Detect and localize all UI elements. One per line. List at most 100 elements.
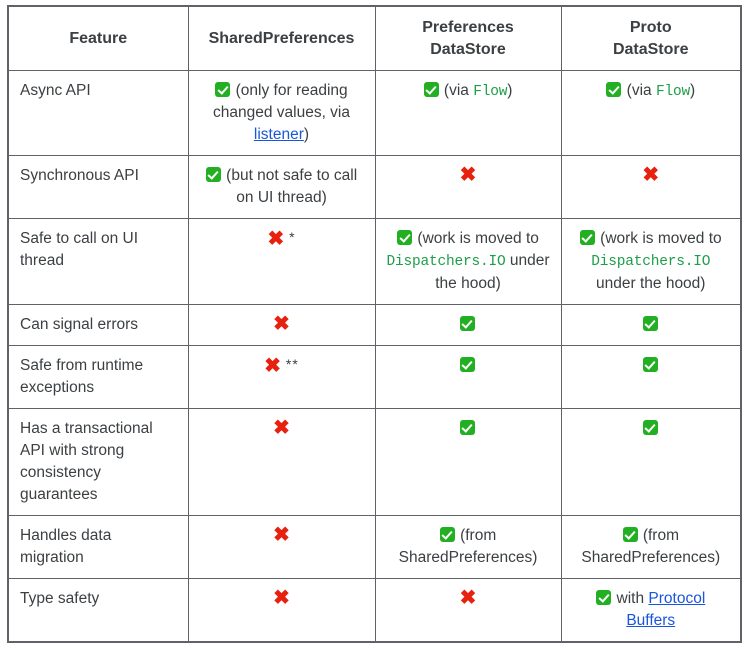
cell-text: (from SharedPreferences) bbox=[581, 526, 721, 566]
column-header-feature: Feature bbox=[7, 5, 189, 72]
check-mark-icon bbox=[215, 82, 231, 98]
check-mark-icon bbox=[460, 419, 475, 435]
cross-mark-wrapper: ✖ * bbox=[267, 228, 295, 251]
code-token: Dispatchers.IO bbox=[386, 254, 506, 271]
cell-proto-datastore: ✖ bbox=[560, 155, 742, 220]
column-header-proto-datastore-line2: DataStore bbox=[612, 40, 689, 58]
table-body: Async API (only for reading changed valu… bbox=[7, 70, 742, 643]
cross-mark-wrapper: ✖ bbox=[273, 588, 290, 610]
cell-feature: Type safety bbox=[7, 577, 189, 643]
cell-sharedpreferences: ✖ bbox=[187, 577, 376, 643]
table-row: Synchronous API (but not safe to call on… bbox=[7, 155, 742, 220]
cell-proto-datastore: (from SharedPreferences) bbox=[560, 514, 742, 579]
cell-proto-datastore: (work is moved to Dispatchers.IO under t… bbox=[560, 218, 742, 305]
cell-preferences-datastore bbox=[374, 344, 562, 409]
cross-mark-icon: ✖ bbox=[642, 164, 660, 187]
cell-preferences-datastore: (work is moved to Dispatchers.IO under t… bbox=[374, 218, 562, 305]
check-mark-icon bbox=[642, 356, 658, 372]
cell-text: with bbox=[616, 589, 649, 607]
feature-label: Can signal errors bbox=[20, 315, 139, 333]
cell-preferences-datastore bbox=[374, 407, 562, 516]
check-mark-icon bbox=[642, 419, 658, 435]
cell-preferences-datastore bbox=[374, 303, 562, 346]
cross-mark-icon: ✖ bbox=[273, 416, 290, 439]
cell-text-suffix: under the hood) bbox=[596, 274, 706, 292]
comparison-table-container: Feature SharedPreferences Preferences Da… bbox=[7, 5, 742, 643]
cross-mark-icon: ✖ bbox=[459, 586, 477, 609]
cell-feature: Handles data migration bbox=[7, 514, 189, 579]
cell-text: (via bbox=[626, 82, 656, 100]
check-mark-icon bbox=[606, 82, 622, 98]
cross-mark-icon: ✖ bbox=[459, 164, 477, 187]
check-mark-icon bbox=[439, 526, 455, 542]
cross-mark-wrapper: ✖ ** bbox=[264, 355, 299, 378]
cell-proto-datastore bbox=[560, 407, 742, 516]
column-header-preferences-datastore: Preferences DataStore bbox=[374, 5, 562, 72]
check-mark-icon bbox=[397, 230, 413, 246]
column-header-preferences-datastore-line1: Preferences bbox=[422, 19, 514, 36]
table-header: Feature SharedPreferences Preferences Da… bbox=[7, 5, 742, 72]
cell-preferences-datastore: (from SharedPreferences) bbox=[374, 514, 562, 579]
cell-text: (only for reading changed values, via bbox=[212, 82, 350, 122]
feature-label: Synchronous API bbox=[20, 167, 139, 185]
cell-sharedpreferences: ✖ bbox=[187, 303, 376, 346]
table-row: Safe to call on UI thread ✖ * (work is mo… bbox=[7, 218, 742, 305]
inline-link[interactable]: listener bbox=[254, 126, 304, 143]
table-row: Handles data migration ✖ (from SharedPref… bbox=[7, 514, 742, 579]
cell-preferences-datastore: ✖ bbox=[374, 155, 562, 220]
cell-proto-datastore: with Protocol Buffers bbox=[560, 577, 742, 643]
check-mark-icon bbox=[642, 315, 658, 331]
cell-feature: Synchronous API bbox=[7, 155, 189, 220]
cell-text: (work is moved to bbox=[600, 230, 722, 248]
column-header-sharedpreferences: SharedPreferences bbox=[187, 5, 376, 72]
cross-mark-wrapper: ✖ bbox=[273, 525, 290, 547]
cell-feature: Can signal errors bbox=[7, 303, 189, 346]
check-mark-icon bbox=[423, 82, 439, 98]
cross-mark-wrapper: ✖ bbox=[273, 418, 290, 440]
code-token: Flow bbox=[473, 84, 508, 101]
cell-sharedpreferences: (only for reading changed values, via li… bbox=[187, 70, 376, 157]
cell-text-suffix: ) bbox=[689, 82, 696, 100]
cell-text: (work is moved to bbox=[417, 230, 539, 248]
footnote-marker: ** bbox=[280, 355, 299, 372]
cell-feature: Has a transactional API with strong cons… bbox=[7, 407, 189, 516]
cell-text: (via bbox=[443, 82, 474, 100]
cross-mark-wrapper: ✖ bbox=[460, 165, 477, 187]
footnote-marker: * bbox=[284, 229, 296, 246]
check-mark-icon bbox=[596, 589, 612, 605]
column-header-proto-datastore: Proto DataStore bbox=[560, 5, 742, 72]
cell-text: (from SharedPreferences) bbox=[398, 526, 538, 566]
cross-mark-icon: ✖ bbox=[267, 228, 285, 251]
datastore-comparison-table: Feature SharedPreferences Preferences Da… bbox=[7, 5, 742, 643]
cell-proto-datastore bbox=[560, 344, 742, 409]
cell-sharedpreferences: ✖ * bbox=[187, 218, 376, 305]
table-row: Safe from runtime exceptions ✖ ** bbox=[7, 344, 742, 409]
cell-text: (but not safe to call on UI thread) bbox=[226, 167, 358, 207]
cell-preferences-datastore: ✖ bbox=[374, 577, 562, 643]
cell-feature: Async API bbox=[7, 70, 189, 157]
code-token: Dispatchers.IO bbox=[591, 254, 711, 271]
cell-sharedpreferences: ✖ ** bbox=[187, 344, 376, 409]
cell-sharedpreferences: ✖ bbox=[187, 407, 376, 516]
cross-mark-wrapper: ✖ bbox=[460, 588, 477, 610]
cross-mark-wrapper: ✖ bbox=[273, 314, 290, 336]
cell-sharedpreferences: ✖ bbox=[187, 514, 376, 579]
column-header-feature-label: Feature bbox=[69, 29, 128, 47]
check-mark-icon bbox=[622, 526, 638, 542]
cell-text-suffix: ) bbox=[303, 126, 310, 144]
table-row: Async API (only for reading changed valu… bbox=[7, 70, 742, 157]
cell-feature: Safe from runtime exceptions bbox=[7, 344, 189, 409]
feature-label: Has a transactional API with strong cons… bbox=[20, 419, 153, 503]
feature-label: Safe to call on UI thread bbox=[20, 230, 139, 270]
check-mark-icon bbox=[460, 356, 475, 372]
column-header-proto-datastore-line1: Proto bbox=[629, 19, 672, 36]
cell-feature: Safe to call on UI thread bbox=[7, 218, 189, 305]
column-header-sharedpreferences-label: SharedPreferences bbox=[208, 29, 355, 47]
check-mark-icon bbox=[205, 167, 221, 183]
feature-label: Safe from runtime exceptions bbox=[20, 356, 144, 396]
cross-mark-icon: ✖ bbox=[273, 586, 290, 609]
column-header-preferences-datastore-line2: DataStore bbox=[430, 40, 506, 58]
cross-mark-icon: ✖ bbox=[264, 354, 281, 377]
cell-proto-datastore bbox=[560, 303, 742, 346]
feature-label: Type safety bbox=[20, 589, 100, 607]
